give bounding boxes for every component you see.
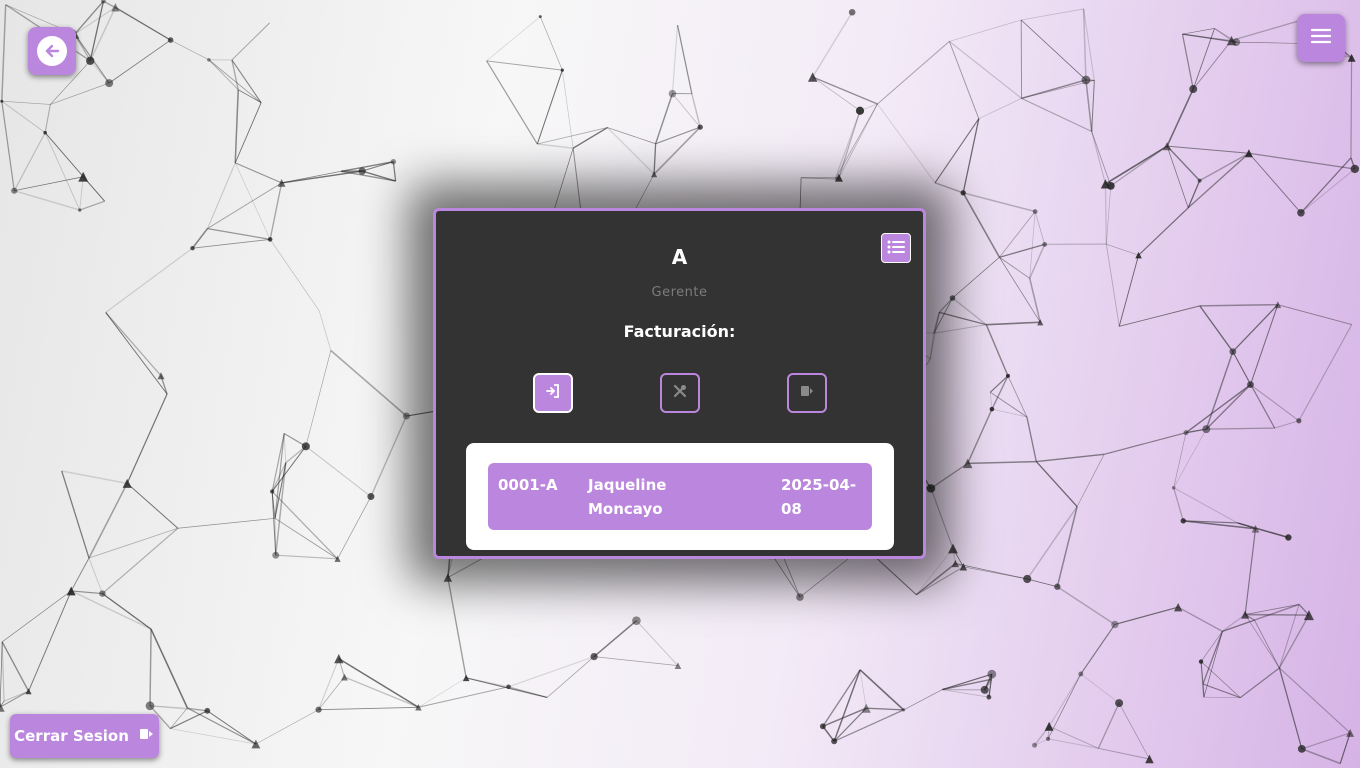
list-button[interactable] — [881, 233, 911, 263]
client-name: Jaqueline Moncayo — [588, 476, 667, 518]
logout-label: Cerrar Sesion — [14, 727, 129, 745]
user-role: Gerente — [651, 285, 708, 300]
tools-action-button[interactable] — [660, 373, 700, 413]
billing-card: A Gerente Facturación: 0001-A Jaqueline … — [433, 208, 926, 559]
login-icon — [545, 383, 561, 403]
logout-icon — [139, 726, 155, 746]
hamburger-menu-icon — [1310, 28, 1332, 48]
tools-icon — [672, 383, 688, 403]
table-row[interactable]: 0001-A Jaqueline Moncayo 2025-04-08 — [488, 463, 872, 530]
logout-icon — [799, 383, 815, 403]
section-title: Facturación: — [623, 322, 736, 341]
logout-button[interactable]: Cerrar Sesion — [10, 714, 159, 758]
list-icon — [887, 239, 905, 258]
back-button[interactable] — [28, 27, 76, 75]
arrow-left-icon — [37, 36, 67, 66]
card-title: A — [671, 245, 688, 269]
billing-table: 0001-A Jaqueline Moncayo 2025-04-08 — [466, 443, 894, 550]
menu-button[interactable] — [1297, 14, 1345, 62]
login-action-button[interactable] — [533, 373, 573, 413]
logout-action-button[interactable] — [787, 373, 827, 413]
invoice-date: 2025-04-08 — [781, 476, 857, 518]
invoice-code: 0001-A — [498, 476, 558, 494]
